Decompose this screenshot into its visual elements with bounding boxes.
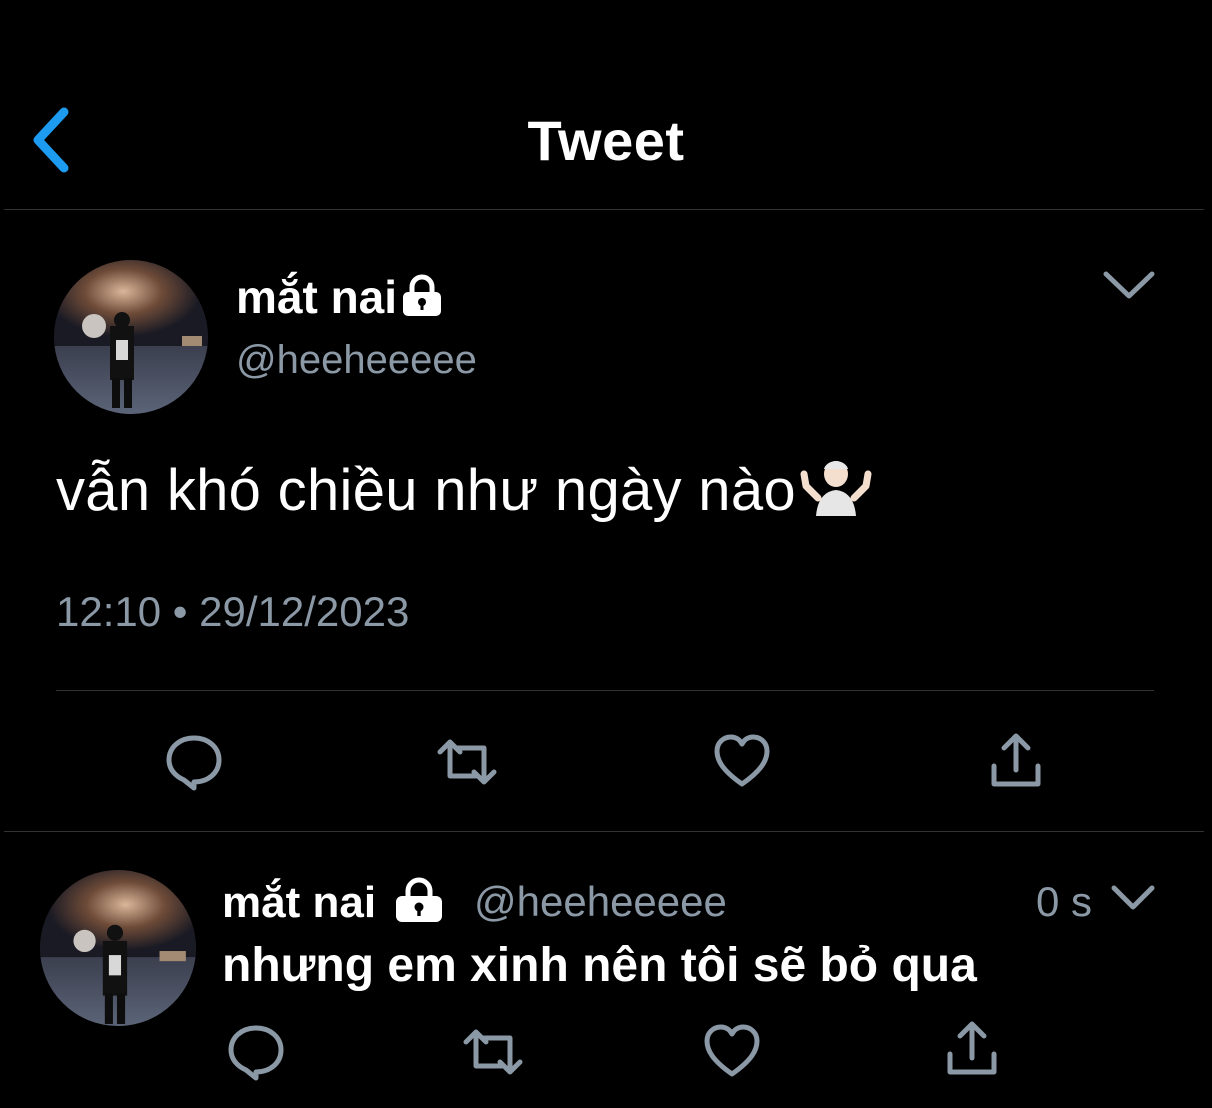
reply-like-button[interactable] xyxy=(702,1022,762,1087)
person-shrugging-emoji xyxy=(800,452,872,530)
reply-share-button[interactable] xyxy=(944,1020,1000,1085)
reply-retweet-button[interactable] xyxy=(462,1022,524,1087)
avatar-photo xyxy=(40,870,196,1026)
like-button[interactable] xyxy=(712,732,772,797)
reply-more-options-button[interactable] xyxy=(1108,876,1158,925)
timestamp-divider xyxy=(56,690,1154,691)
avatar[interactable] xyxy=(54,260,208,414)
chevron-down-icon xyxy=(1103,271,1155,299)
tweet-timestamp: 12:10 • 29/12/2023 xyxy=(56,588,410,635)
reply-avatar[interactable] xyxy=(40,870,196,1026)
retweet-icon xyxy=(463,1029,523,1075)
tweet-text: vẫn khó chiều như ngày nào xyxy=(56,452,872,530)
author-handle[interactable]: @heeheeeee xyxy=(236,338,477,383)
share-button[interactable] xyxy=(988,732,1044,797)
header-divider xyxy=(4,209,1204,210)
page-title: Tweet xyxy=(527,109,685,172)
reply-tweet-text: nhưng em xinh nên tôi sẽ bỏ qua xyxy=(222,939,977,992)
more-options-button[interactable] xyxy=(1100,262,1158,315)
tweet-text-content: vẫn khó chiều như ngày nào xyxy=(56,458,796,523)
lock-icon xyxy=(394,876,444,935)
author-name[interactable]: mắt nai xyxy=(236,270,443,328)
reply-time: 0 s xyxy=(1036,878,1093,925)
reply-author-handle[interactable]: @heeheeeee xyxy=(474,878,727,926)
reply-author-name[interactable]: mắt nai xyxy=(222,876,444,935)
tweet-screen: Tweet mắt nai @heeheeeee vẫn khó chiều n… xyxy=(0,0,1212,1108)
lock-icon xyxy=(401,273,443,328)
reply-icon xyxy=(166,735,222,791)
navigation-bar: Tweet xyxy=(0,0,1212,210)
share-icon xyxy=(991,733,1041,787)
reply-button[interactable] xyxy=(164,732,224,797)
share-icon xyxy=(947,1021,997,1075)
heart-icon xyxy=(704,1024,760,1077)
reply-icon xyxy=(228,1025,284,1081)
reply-reply-button[interactable] xyxy=(226,1022,286,1087)
chevron-down-icon xyxy=(1111,885,1155,910)
avatar-photo xyxy=(54,260,208,414)
display-name: mắt nai xyxy=(222,878,377,928)
heart-icon xyxy=(714,734,770,787)
retweet-button[interactable] xyxy=(436,732,498,797)
retweet-icon xyxy=(437,739,497,785)
display-name: mắt nai xyxy=(236,271,398,323)
tweet-divider xyxy=(4,831,1204,832)
